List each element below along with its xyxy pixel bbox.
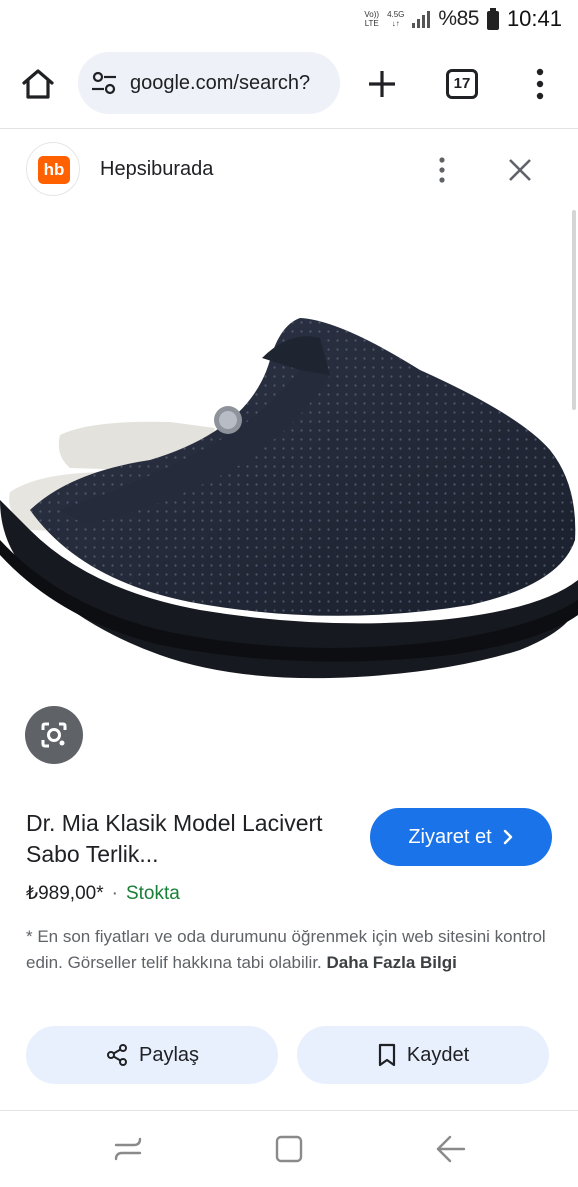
- scrollbar[interactable]: [572, 210, 576, 410]
- source-name[interactable]: Hepsiburada: [100, 158, 213, 181]
- share-label: Paylaş: [138, 1043, 200, 1066]
- visit-label: Ziyaret et: [408, 825, 492, 848]
- disclaimer: * En son fiyatları ve oda durumunu öğren…: [26, 924, 556, 976]
- separator-dot: ·: [111, 882, 118, 904]
- battery-icon: [486, 8, 499, 30]
- hepsiburada-logo: hb: [38, 156, 70, 184]
- source-header: hb Hepsiburada: [0, 140, 578, 200]
- share-icon: [106, 1044, 127, 1066]
- lens-button[interactable]: [25, 706, 83, 764]
- toolbar-divider: [0, 128, 578, 129]
- battery-percent: %85: [438, 7, 479, 30]
- status-bar: Vo)) LTE 4.5G ↓↑ %85 10:41: [0, 0, 578, 44]
- url-text: google.com/search?: [130, 71, 311, 94]
- stock-status: Stokta: [125, 882, 180, 904]
- tab-switcher-button[interactable]: 17: [446, 69, 478, 99]
- more-options-icon[interactable]: [432, 154, 452, 186]
- visit-button[interactable]: Ziyaret et: [370, 808, 552, 866]
- clock: 10:41: [506, 6, 562, 31]
- recent-apps-icon[interactable]: [110, 1131, 146, 1167]
- back-icon[interactable]: [432, 1131, 468, 1167]
- signal-icon: [412, 10, 431, 28]
- home-icon[interactable]: [20, 66, 56, 102]
- google-lens-icon: [41, 722, 67, 748]
- home-nav-icon[interactable]: [271, 1131, 307, 1167]
- system-nav-bar: [0, 1111, 578, 1187]
- disclaimer-text: * En son fiyatları ve oda durumunu öğren…: [26, 927, 546, 972]
- price: ₺989,00*: [26, 883, 104, 904]
- share-button[interactable]: Paylaş: [26, 1026, 278, 1084]
- price-row: ₺989,00* · Stokta: [26, 882, 180, 905]
- site-settings-icon[interactable]: [90, 69, 118, 97]
- product-title[interactable]: Dr. Mia Klasik Model Lacivert Sabo Terli…: [26, 808, 346, 870]
- more-options-icon[interactable]: [530, 64, 550, 104]
- site-favicon[interactable]: hb: [26, 142, 80, 196]
- close-icon[interactable]: [506, 156, 534, 184]
- bookmark-icon: [378, 1043, 395, 1067]
- volte-indicator: Vo)) LTE: [364, 10, 380, 28]
- more-info-link[interactable]: Daha Fazla Bilgi: [327, 953, 457, 972]
- chevron-right-icon: [503, 829, 512, 845]
- product-image[interactable]: [0, 210, 578, 700]
- browser-toolbar: google.com/search? 17: [0, 48, 578, 122]
- save-label: Kaydet: [406, 1043, 470, 1066]
- address-bar[interactable]: google.com/search?: [78, 52, 340, 114]
- save-button[interactable]: Kaydet: [297, 1026, 549, 1084]
- data-type-indicator: 4.5G ↓↑: [387, 10, 405, 28]
- new-tab-icon[interactable]: [362, 64, 402, 104]
